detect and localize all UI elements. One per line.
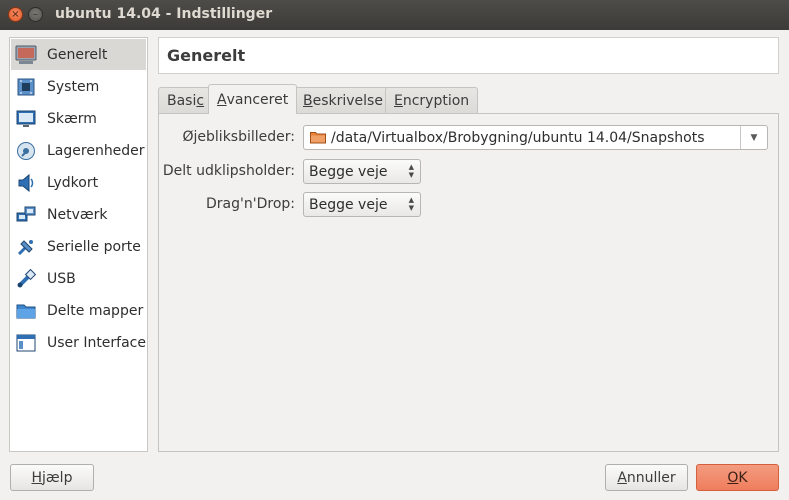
dropdown-arrow-icon[interactable]: ▼ (740, 126, 767, 149)
page-title: Generelt (158, 37, 779, 74)
sidebar: Generelt System Skærm Lagerenheder Lydko… (9, 37, 148, 452)
sidebar-item-label: Generelt (47, 46, 108, 63)
sidebar-item-label: USB (47, 270, 76, 287)
clipboard-label: Delt udklipsholder: (162, 163, 295, 179)
snapshots-label: Øjebliksbilleder: (182, 129, 296, 145)
sidebar-item-system[interactable]: System (11, 71, 146, 102)
help-button[interactable]: Hjælp (10, 464, 94, 491)
updown-arrows-icon: ▲ ▼ (408, 163, 414, 179)
chip-icon (15, 76, 37, 98)
sidebar-item-lydkort[interactable]: Lydkort (11, 167, 146, 198)
sidebar-item-user-interface[interactable]: User Interface (11, 327, 146, 358)
sidebar-item-label: User Interface (46, 334, 146, 351)
sidebar-item-label: Skærm (47, 110, 97, 127)
tab-mnemonic: A (217, 91, 227, 108)
sidebar-item-skaerm[interactable]: Skærm (11, 103, 146, 134)
minimize-icon: – (33, 8, 38, 20)
tab-label-rest: eskrivelse (312, 93, 383, 109)
updown-arrows-icon: ▲ ▼ (408, 196, 414, 212)
button-mnemonic: A (617, 469, 627, 486)
sidebar-item-generelt[interactable]: Generelt (11, 39, 146, 70)
button-label-rest: nnuller (626, 469, 676, 486)
sidebar-item-usb[interactable]: USB (11, 263, 146, 294)
ok-button[interactable]: OK (696, 464, 779, 491)
title-bar: × – ubuntu 14.04 - Indstillinger (0, 0, 789, 30)
snapshots-folder-selector[interactable]: /data/Virtualbox/Brobygning/ubuntu 14.04… (303, 125, 768, 150)
button-label-rest: K (738, 469, 748, 486)
close-icon: × (11, 8, 20, 20)
tab-encryption[interactable]: Encryption (385, 87, 479, 114)
tab-label-rest: ncryption (402, 93, 470, 109)
disk-icon (15, 140, 37, 162)
window-icon (15, 332, 37, 354)
usb-icon (15, 268, 37, 290)
sidebar-item-netvaerk[interactable]: Netværk (11, 199, 146, 230)
sidebar-item-label: System (47, 78, 100, 95)
folder-icon (310, 131, 326, 144)
sidebar-item-label: Serielle porte (47, 238, 141, 255)
sidebar-item-label: Netværk (47, 206, 108, 223)
tab-basic[interactable]: Basi c (158, 87, 214, 114)
close-window-button[interactable]: × (8, 7, 23, 22)
dragdrop-value: Begge veje (309, 196, 388, 213)
sidebar-item-serielle-porte[interactable]: Serielle porte (11, 231, 146, 262)
button-mnemonic: O (727, 469, 739, 486)
tab-mnemonic: c (196, 93, 205, 109)
serial-port-icon (15, 236, 37, 258)
window-title: ubuntu 14.04 - Indstillinger (55, 6, 273, 22)
sidebar-item-lagerenheder[interactable]: Lagerenheder (11, 135, 146, 166)
clipboard-value: Begge veje (309, 163, 388, 180)
tab-label-rest: vanceret (226, 91, 289, 108)
clipboard-select[interactable]: Begge veje ▲ ▼ (303, 159, 421, 184)
monitor-icon (15, 108, 37, 130)
button-label-rest: jælp (42, 469, 73, 486)
tab-beskrivelse[interactable]: Beskrivelse (294, 87, 392, 114)
tab-avanceret[interactable]: Avanceret (208, 84, 298, 114)
computer-icon (15, 44, 37, 66)
tab-mnemonic: B (303, 93, 313, 109)
sidebar-item-delte-mapper[interactable]: Delte mapper (11, 295, 146, 326)
button-mnemonic: H (31, 469, 43, 486)
folder-icon (15, 300, 37, 322)
tab-mnemonic: E (394, 93, 403, 109)
snapshots-path: /data/Virtualbox/Brobygning/ubuntu 14.04… (331, 129, 705, 146)
sidebar-item-label: Lydkort (47, 174, 99, 191)
network-icon (15, 204, 37, 226)
minimize-window-button[interactable]: – (28, 7, 43, 22)
cancel-button[interactable]: Annuller (605, 464, 688, 491)
sidebar-item-label: Delte mapper (47, 302, 144, 319)
speaker-icon (15, 172, 37, 194)
tab-label: Basi (167, 93, 197, 109)
dragdrop-label: Drag'n'Drop: (206, 196, 295, 212)
dragdrop-select[interactable]: Begge veje ▲ ▼ (303, 192, 421, 217)
sidebar-item-label: Lagerenheder (47, 142, 145, 159)
